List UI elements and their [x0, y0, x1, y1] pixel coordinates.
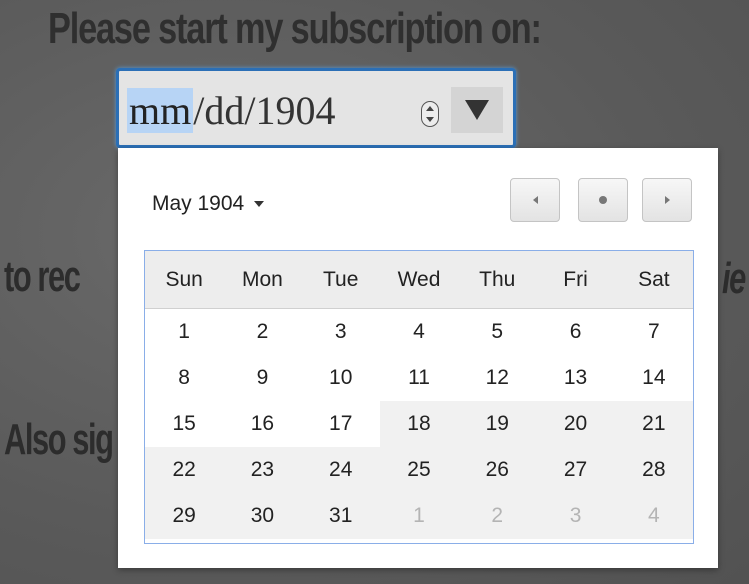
- today-button[interactable]: [578, 178, 628, 222]
- calendar-popup: May 1904 Sun Mon Tue Wed Thu Fri Sat 1 2…: [118, 148, 718, 568]
- day-cell-next-month[interactable]: 3: [536, 493, 615, 539]
- calendar-grid: Sun Mon Tue Wed Thu Fri Sat 1 2 3 4 5 6 …: [144, 250, 694, 544]
- day-cell[interactable]: 18: [379, 401, 459, 447]
- weekday-label: Mon: [241, 267, 283, 291]
- caret-down-icon: [254, 201, 265, 207]
- day-cell[interactable]: 1: [145, 309, 223, 355]
- day-cell[interactable]: 31: [301, 493, 380, 539]
- day-cell[interactable]: 17: [302, 401, 380, 447]
- month-year-label: May 1904: [152, 192, 245, 215]
- day-cell[interactable]: 20: [536, 401, 615, 447]
- day-cell[interactable]: 26: [458, 447, 537, 493]
- day-cell[interactable]: 13: [536, 355, 614, 401]
- day-cell[interactable]: 22: [145, 447, 224, 493]
- day-cell[interactable]: 15: [145, 401, 223, 447]
- week-row: 8 9 10 11 12 13 14: [145, 355, 693, 401]
- day-cell-next-month[interactable]: 1: [379, 493, 459, 539]
- month-segment[interactable]: mm: [127, 88, 194, 133]
- day-cell[interactable]: 21: [614, 401, 693, 447]
- year-segment[interactable]: 1904: [255, 88, 335, 133]
- day-cell-next-month[interactable]: 4: [614, 493, 693, 539]
- day-cell[interactable]: 8: [145, 355, 223, 401]
- day-cell[interactable]: 2: [223, 309, 301, 355]
- day-cell[interactable]: 5: [458, 309, 536, 355]
- day-cell[interactable]: 16: [223, 401, 301, 447]
- day-cell[interactable]: 23: [223, 447, 302, 493]
- day-cell[interactable]: 3: [302, 309, 380, 355]
- weekday-label: Thu: [479, 267, 516, 291]
- day-segment[interactable]: dd: [204, 88, 244, 133]
- month-year-selector[interactable]: May 1904: [152, 192, 265, 216]
- weekday-label: Sun: [165, 267, 203, 291]
- date-separator: /: [244, 88, 256, 133]
- weekday-label: Fri: [563, 267, 588, 291]
- day-cell[interactable]: 4: [380, 309, 458, 355]
- week-row: 22 23 24 25 26 27 28: [145, 447, 693, 493]
- page-heading: Please start my subscription on:: [48, 4, 542, 53]
- background-text-fragment: to rec: [4, 252, 81, 301]
- day-cell[interactable]: 27: [536, 447, 615, 493]
- triangle-down-icon: [465, 100, 489, 120]
- background-text-fragment: Also sig: [4, 415, 114, 464]
- weekday-header: Sun Mon Tue Wed Thu Fri Sat: [145, 251, 693, 309]
- weekday-label: Sat: [638, 267, 670, 291]
- day-cell[interactable]: 24: [301, 447, 380, 493]
- date-input-text: mm/dd/1904: [127, 87, 335, 134]
- day-cell[interactable]: 7: [615, 309, 693, 355]
- week-row: 1 2 3 4 5 6 7: [145, 309, 693, 355]
- weekday-label: Tue: [322, 267, 359, 291]
- day-cell[interactable]: 28: [614, 447, 693, 493]
- chevron-left-icon: [532, 196, 538, 204]
- day-cell[interactable]: 12: [458, 355, 536, 401]
- day-cell[interactable]: 25: [379, 447, 459, 493]
- date-input[interactable]: mm/dd/1904: [116, 68, 516, 148]
- day-cell[interactable]: 14: [615, 355, 693, 401]
- day-cell[interactable]: 19: [458, 401, 537, 447]
- day-cell[interactable]: 10: [302, 355, 380, 401]
- day-cell[interactable]: 6: [536, 309, 614, 355]
- prev-month-button[interactable]: [510, 178, 560, 222]
- day-cell-next-month[interactable]: 2: [458, 493, 537, 539]
- dot-icon: [599, 196, 607, 204]
- spinner-icon[interactable]: [421, 101, 439, 127]
- week-row: 15 16 17 18 19 20 21: [145, 401, 693, 447]
- chevron-right-icon: [664, 196, 670, 204]
- day-cell[interactable]: 30: [223, 493, 302, 539]
- week-row: 29 30 31 1 2 3 4: [145, 493, 693, 539]
- background-text-fragment: ie: [722, 254, 746, 303]
- calendar-dropdown-button[interactable]: [451, 87, 503, 133]
- date-separator: /: [193, 88, 205, 133]
- next-month-button[interactable]: [642, 178, 692, 222]
- weekday-label: Wed: [397, 267, 441, 291]
- day-cell[interactable]: 11: [380, 355, 458, 401]
- day-cell[interactable]: 29: [145, 493, 224, 539]
- day-cell[interactable]: 9: [223, 355, 301, 401]
